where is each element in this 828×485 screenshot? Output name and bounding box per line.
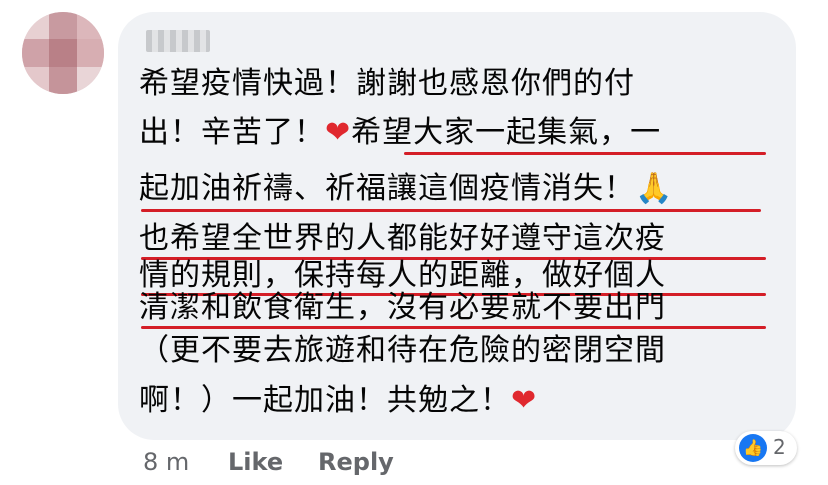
comment-line-2: 出！辛苦了！❤希望大家一起集氣，一 xyxy=(139,115,661,151)
comment-line-1: 希望疫情快過！謝謝也感恩你們的付 xyxy=(139,66,635,101)
author-name-redacted[interactable] xyxy=(146,30,210,52)
comment-line-5: 情的規則，保持每人的距離，做好個人 xyxy=(139,258,666,293)
red-underline xyxy=(141,209,761,212)
reaction-count: 2 xyxy=(773,435,786,459)
praying-hands-icon: 🙏 xyxy=(635,171,674,206)
avatar[interactable] xyxy=(22,12,104,94)
comment-line-6: 清潔和飲食衛生，沒有必要就不要出門 xyxy=(139,290,666,325)
heart-emoji-icon: ❤ xyxy=(511,383,538,418)
comment-line-8: 啊！）一起加油！共勉之！❤ xyxy=(139,383,537,419)
comment-line-7: （更不要去旅遊和待在危險的密閉空間 xyxy=(139,333,666,368)
comment-line-3: 起加油祈禱、祈福讓這個疫情消失！🙏 xyxy=(139,171,673,207)
red-underline xyxy=(404,152,766,155)
like-button[interactable]: Like xyxy=(228,448,283,476)
red-underline xyxy=(141,326,766,329)
comment-timestamp[interactable]: 8 m xyxy=(143,448,189,476)
heart-emoji-icon: ❤ xyxy=(325,115,352,150)
comment-line-3-text: 起加油祈禱、祈福讓這個疫情消失！ xyxy=(139,171,635,206)
comment-line-8-text: 啊！）一起加油！共勉之！ xyxy=(139,383,511,418)
reply-button[interactable]: Reply xyxy=(318,448,394,476)
reaction-summary[interactable]: 👍 2 xyxy=(735,431,797,465)
comment-line-2-text: 出！辛苦了！ xyxy=(139,115,325,150)
comment-line-4: 也希望全世界的人都能好好遵守這次疫 xyxy=(139,221,666,256)
comment-line-2b-text: 希望大家一起集氣，一 xyxy=(351,115,662,150)
thumbs-up-icon: 👍 xyxy=(739,434,767,462)
